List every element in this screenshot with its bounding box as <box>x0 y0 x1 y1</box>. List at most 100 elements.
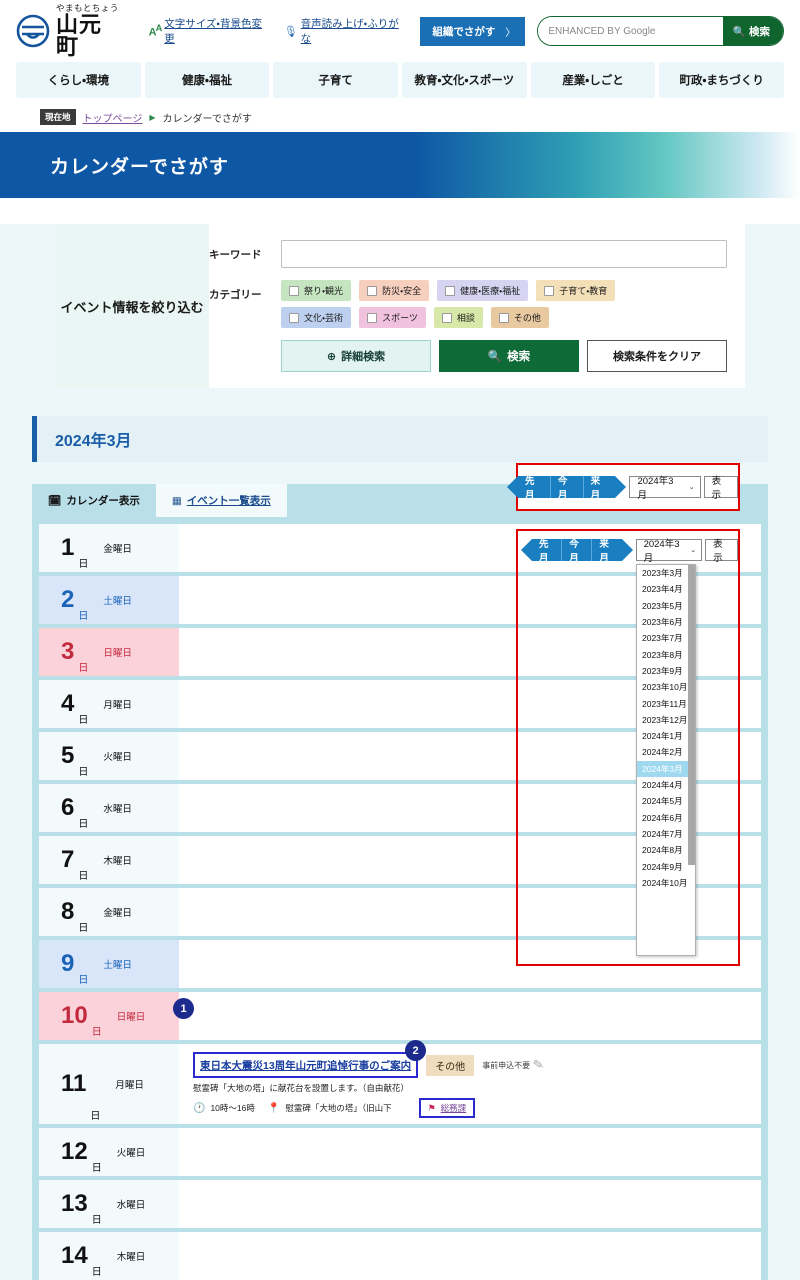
next-month-button[interactable]: 来月 <box>584 476 616 501</box>
prev-month-button[interactable]: 先月 <box>518 476 551 501</box>
month-nav-top: 先月 今月 来月 2024年3月 ⌄ 表示 <box>506 476 738 501</box>
month-dropdown-option[interactable]: 2023年3月 <box>637 565 695 581</box>
month-dropdown-option[interactable]: 2024年7月 <box>637 826 695 842</box>
gnav-item-kosodate[interactable]: 子育て <box>273 62 399 98</box>
month-dropdown-option[interactable]: 2024年10月 <box>637 875 695 891</box>
current-month-button-expanded[interactable]: 今月 <box>562 539 593 564</box>
current-month-button[interactable]: 今月 <box>551 476 584 501</box>
checkbox-icon[interactable] <box>367 285 378 296</box>
clear-conditions-button[interactable]: 検索条件をクリア <box>587 340 727 372</box>
category-chip[interactable]: その他 <box>490 307 549 328</box>
event-title-highlight: 東日本大震災13周年山元町追悼行事のご案内 <box>193 1052 419 1078</box>
day-of-week: 水曜日 <box>103 804 132 815</box>
organization-search-button[interactable]: 組織でさがす 〉 <box>420 16 526 46</box>
day-label-cell: 9 日 土曜日 <box>39 940 179 988</box>
breadcrumb-home-link[interactable]: トップページ <box>83 110 143 125</box>
voice-reader-link[interactable]: 🎙 音声読み上げ・ふりがな <box>284 16 407 46</box>
gnav-item-kyoiku[interactable]: 教育・文化・スポーツ <box>402 62 527 98</box>
breadcrumb-badge: 現在地 <box>40 109 76 125</box>
month-go-button-top[interactable]: 表示 <box>703 476 738 501</box>
font-size-label: 文字サイズ・背景色変更 <box>164 18 263 45</box>
month-dropdown-option[interactable]: 2024年8月 <box>637 842 695 858</box>
month-dropdown-option[interactable]: 2024年1月 <box>637 728 695 744</box>
calendar-icon: 🗓 <box>48 495 62 507</box>
category-chip[interactable]: 相談 <box>433 307 483 328</box>
search-input[interactable] <box>538 17 723 45</box>
day-unit-label: 日 <box>91 1215 102 1226</box>
month-dropdown-option[interactable]: 2023年10月 <box>637 679 695 695</box>
organization-search-label: 組織でさがす <box>432 25 496 38</box>
day-of-week: 火曜日 <box>116 1148 146 1159</box>
site-logo[interactable]: やまもとちょう 山元町 <box>16 4 123 58</box>
month-dropdown-option[interactable]: 2023年4月 <box>637 581 695 597</box>
filter-search-button[interactable]: 🔍 検索 <box>439 340 579 372</box>
month-nav-highlight-top: 先月 今月 来月 2024年3月 ⌄ 表示 <box>506 463 740 511</box>
checkbox-icon[interactable] <box>367 312 378 323</box>
month-dropdown-option[interactable]: 2024年4月 <box>637 777 695 793</box>
pencil-icon: ✎ <box>531 1056 546 1073</box>
day-of-week: 金曜日 <box>103 908 132 919</box>
day-unit-label: 日 <box>78 871 89 882</box>
month-dropdown-option[interactable]: 2023年5月 <box>637 598 695 614</box>
checkbox-icon[interactable] <box>289 285 299 296</box>
category-chip[interactable]: 文化・芸術 <box>281 307 352 328</box>
month-dropdown-option[interactable]: 2024年3月 <box>637 760 695 778</box>
tab-event-list-view[interactable]: ▦ イベント一覧表示 <box>155 484 287 517</box>
category-chip[interactable]: 子育て・教育 <box>536 280 616 301</box>
month-dropdown-option[interactable]: 2023年11月 <box>637 696 695 712</box>
font-size-icon: AA <box>148 23 163 39</box>
category-chip[interactable]: 祭り・観光 <box>281 280 352 301</box>
event-filter-card: イベント情報を絞り込む キーワード カテゴリー 祭り・観光 防災・安全 健康・医療・… <box>55 224 745 388</box>
month-dropdown-option[interactable]: 2024年5月 <box>637 793 695 809</box>
month-dropdown-option[interactable]: 2024年6月 <box>637 810 695 826</box>
tab-calendar-view[interactable]: 🗓 カレンダー表示 <box>32 484 156 517</box>
search-submit-button[interactable]: 🔍 検索 <box>722 17 783 45</box>
month-dropdown-option[interactable]: 2023年8月 <box>637 647 695 663</box>
next-month-button-expanded[interactable]: 来月 <box>592 539 621 564</box>
month-go-button-expanded[interactable]: 表示 <box>705 539 738 564</box>
category-chip[interactable]: 防災・安全 <box>359 280 430 301</box>
day-unit-label: 日 <box>78 715 89 726</box>
category-chip-label: 相談 <box>456 313 475 323</box>
prev-month-button-expanded[interactable]: 先月 <box>532 539 563 564</box>
checkbox-icon[interactable] <box>445 285 456 296</box>
dropdown-scrollbar[interactable] <box>688 565 695 865</box>
google-search-box[interactable]: 🔍 検索 <box>537 16 784 46</box>
day-number: 7 <box>61 846 75 873</box>
calendar-day-row: 13 日 水曜日 <box>39 1180 761 1228</box>
category-chip[interactable]: スポーツ <box>359 307 426 328</box>
day-number: 5 <box>61 742 75 769</box>
keyword-input[interactable] <box>281 240 727 268</box>
month-dropdown-list[interactable]: 2023年3月 2023年4月 2023年5月 2023年6月 2023年7月 2023年… <box>636 564 696 956</box>
grid-icon: ▦ <box>171 494 182 507</box>
day-label-cell: 14 日 木曜日 <box>39 1232 179 1280</box>
day-label-cell: 11 日 月曜日 <box>39 1044 179 1124</box>
day-label-cell: 10 日 日曜日 <box>39 992 179 1040</box>
category-chip[interactable]: 健康・医療・福祉 <box>437 280 529 301</box>
checkbox-icon[interactable] <box>544 285 555 296</box>
month-select-top[interactable]: 2024年3月 ⌄ <box>629 476 701 501</box>
month-dropdown-option[interactable]: 2023年12月 <box>637 712 695 728</box>
month-dropdown-option[interactable]: 2023年7月 <box>637 630 695 646</box>
font-size-link[interactable]: AA 文字サイズ・背景色変更 <box>149 16 270 46</box>
month-nav-buttons-expanded: 先月 今月 来月 <box>521 539 633 564</box>
month-dropdown-option[interactable]: 2023年6月 <box>637 614 695 630</box>
gnav-item-kurashi[interactable]: くらし・環境 <box>16 62 141 98</box>
event-department-link[interactable]: 総務課 <box>441 1102 467 1114</box>
month-dropdown-option[interactable]: 2024年2月 <box>637 744 695 760</box>
month-dropdown-option[interactable]: 2023年9月 <box>637 663 695 679</box>
checkbox-icon[interactable] <box>289 312 299 323</box>
gnav-item-kenko[interactable]: 健康・福祉 <box>144 62 270 98</box>
voice-reader-label: 音声読み上げ・ふりがな <box>300 18 399 45</box>
checkbox-icon[interactable] <box>441 312 452 323</box>
gnav-item-sangyo[interactable]: 産業・しごと <box>530 62 656 98</box>
detail-search-button[interactable]: ⊕ 詳細検索 <box>281 340 431 372</box>
checkbox-icon[interactable] <box>498 312 509 323</box>
day-events-cell: 東日本大震災13周年山元町追悼行事のご案内 その他 事前申込不要 ✎ 慰霊碑「大地の塔」… <box>179 1044 761 1124</box>
day-label-cell: 8 日 金曜日 <box>39 888 179 936</box>
day-number: 9 <box>61 950 75 977</box>
event-title-link[interactable]: 東日本大震災13周年山元町追悼行事のご案内 <box>200 1060 411 1072</box>
month-select-expanded[interactable]: 2024年3月 ⌄ <box>635 539 703 564</box>
gnav-item-chosei[interactable]: 町政・まちづくり <box>659 62 785 98</box>
month-dropdown-option[interactable]: 2024年9月 <box>637 859 695 875</box>
